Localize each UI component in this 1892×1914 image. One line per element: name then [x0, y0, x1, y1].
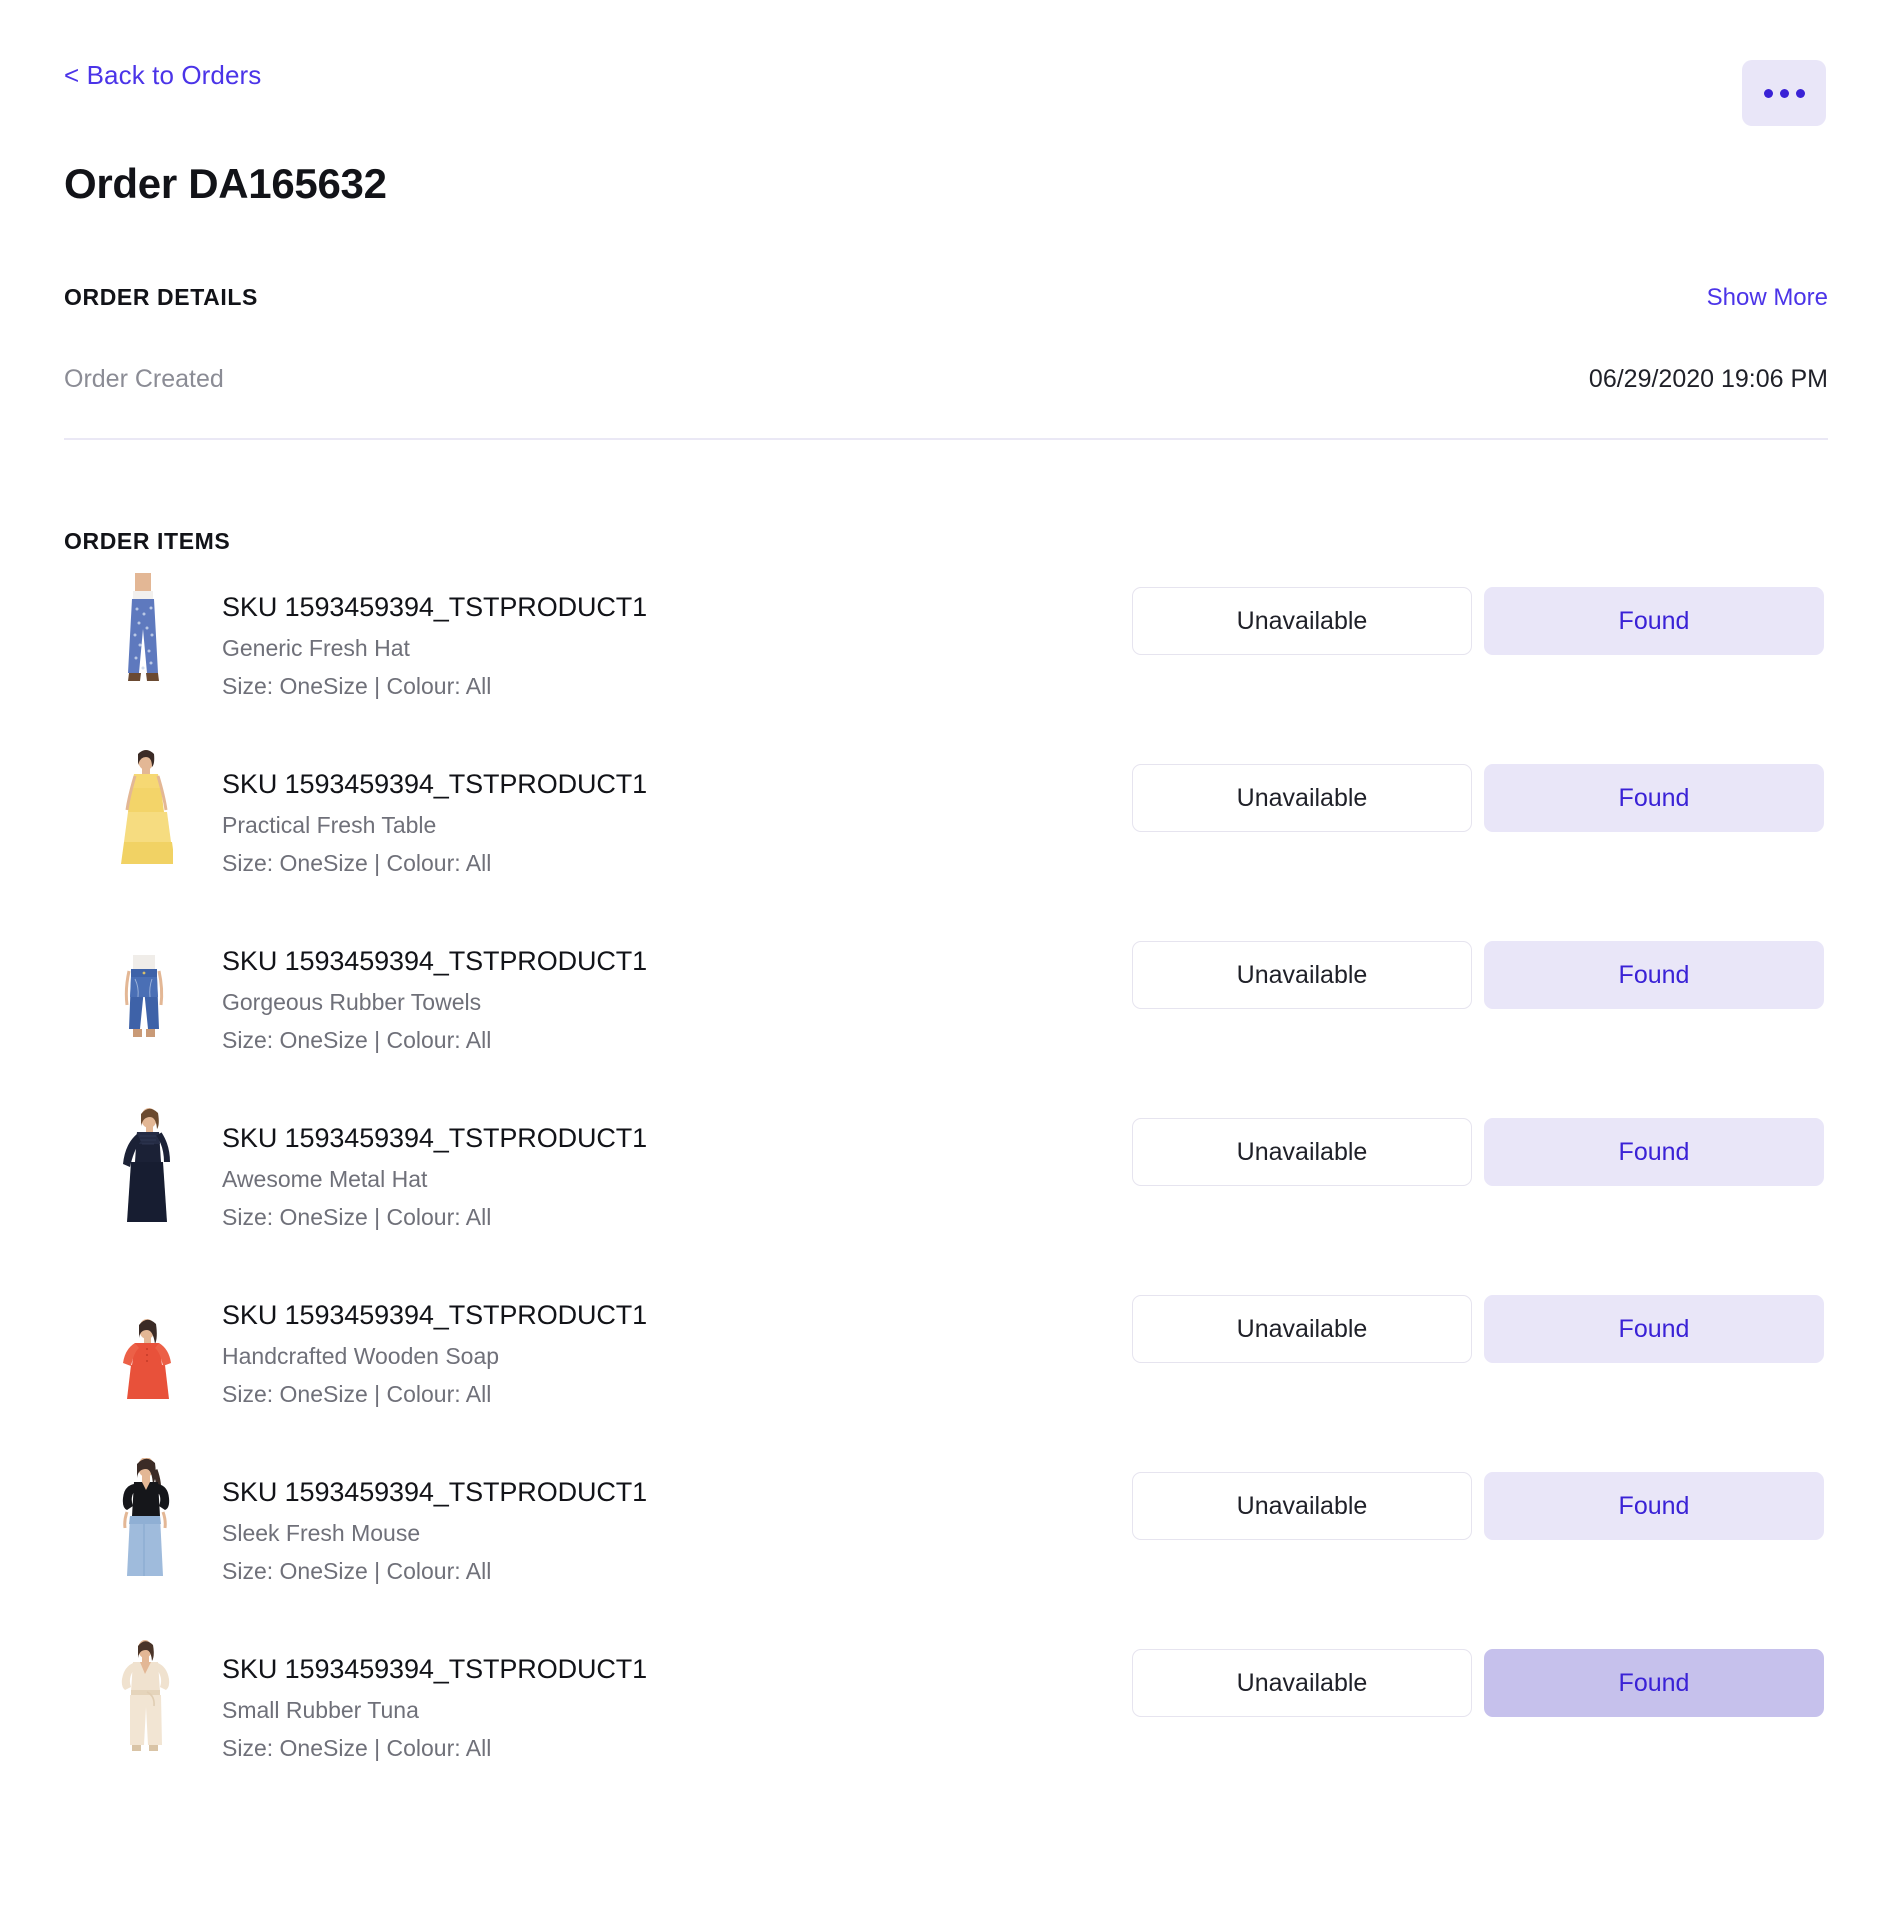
order-item-info: SKU 1593459394_TSTPRODUCT1 Practical Fre… — [222, 746, 1132, 877]
item-variant: Size: OneSize | Colour: All — [222, 1734, 492, 1761]
top-bar: < Back to Orders — [64, 0, 1828, 126]
mark-unavailable-button[interactable]: Unavailable — [1132, 1295, 1472, 1364]
mark-found-button[interactable]: Found — [1484, 587, 1824, 656]
item-name: Awesome Metal Hat — [222, 1166, 428, 1193]
item-sku: SKU 1593459394_TSTPRODUCT1 — [222, 592, 648, 623]
mark-found-button[interactable]: Found — [1484, 1295, 1824, 1364]
item-sku: SKU 1593459394_TSTPRODUCT1 — [222, 1123, 648, 1154]
product-thumbnail-cell — [64, 1631, 222, 1754]
order-item-row: SKU 1593459394_TSTPRODUCT1 Gorgeous Rubb… — [64, 923, 1828, 1100]
order-item-row: SKU 1593459394_TSTPRODUCT1 Practical Fre… — [64, 746, 1828, 923]
item-variant: Size: OneSize | Colour: All — [222, 1203, 492, 1230]
order-item-info: SKU 1593459394_TSTPRODUCT1 Handcrafted W… — [222, 1277, 1132, 1408]
product-image — [113, 1281, 173, 1400]
product-thumbnail-cell — [64, 1277, 222, 1400]
back-to-orders-link[interactable]: < Back to Orders — [64, 60, 261, 91]
order-detail-page: < Back to Orders Order DA165632 ORDER DE… — [0, 0, 1892, 1914]
item-sku: SKU 1593459394_TSTPRODUCT1 — [222, 1477, 648, 1508]
order-item-row: SKU 1593459394_TSTPRODUCT1 Awesome Metal… — [64, 1100, 1828, 1277]
product-image — [113, 1104, 173, 1223]
order-item-row: SKU 1593459394_TSTPRODUCT1 Sleek Fresh M… — [64, 1454, 1828, 1631]
product-thumbnail-cell — [64, 746, 222, 869]
item-variant: Size: OneSize | Colour: All — [222, 1380, 492, 1407]
order-item-actions: Unavailable Found — [1132, 1100, 1824, 1187]
item-name: Handcrafted Wooden Soap — [222, 1343, 500, 1370]
item-sku: SKU 1593459394_TSTPRODUCT1 — [222, 946, 648, 977]
order-item-actions: Unavailable Found — [1132, 923, 1824, 1010]
order-item-actions: Unavailable Found — [1132, 1277, 1824, 1364]
mark-found-button[interactable]: Found — [1484, 941, 1824, 1010]
order-item-info: SKU 1593459394_TSTPRODUCT1 Generic Fresh… — [222, 569, 1132, 700]
mark-unavailable-button[interactable]: Unavailable — [1132, 1649, 1472, 1718]
product-image — [113, 927, 173, 1046]
order-created-label: Order Created — [64, 365, 224, 394]
product-thumbnail-cell — [64, 1454, 222, 1577]
section-divider — [64, 438, 1828, 441]
show-more-link[interactable]: Show More — [1707, 284, 1828, 312]
more-options-button[interactable] — [1742, 60, 1826, 126]
item-sku: SKU 1593459394_TSTPRODUCT1 — [222, 1300, 648, 1331]
item-variant: Size: OneSize | Colour: All — [222, 849, 492, 876]
mark-found-button[interactable]: Found — [1484, 1118, 1824, 1187]
order-item-row: SKU 1593459394_TSTPRODUCT1 Generic Fresh… — [64, 569, 1828, 746]
mark-unavailable-button[interactable]: Unavailable — [1132, 941, 1472, 1010]
mark-unavailable-button[interactable]: Unavailable — [1132, 1472, 1472, 1541]
order-item-info: SKU 1593459394_TSTPRODUCT1 Awesome Metal… — [222, 1100, 1132, 1231]
product-image — [113, 750, 173, 869]
order-items-section-title: ORDER ITEMS — [64, 528, 231, 555]
item-sku: SKU 1593459394_TSTPRODUCT1 — [222, 769, 648, 800]
item-name: Gorgeous Rubber Towels — [222, 989, 482, 1016]
product-thumbnail-cell — [64, 569, 222, 692]
mark-unavailable-button[interactable]: Unavailable — [1132, 587, 1472, 656]
mark-found-button[interactable]: Found — [1484, 1649, 1824, 1718]
ellipsis-horizontal-icon — [1763, 88, 1773, 98]
product-image — [113, 573, 173, 692]
item-sku: SKU 1593459394_TSTPRODUCT1 — [222, 1654, 648, 1685]
order-items-list: SKU 1593459394_TSTPRODUCT1 Generic Fresh… — [64, 569, 1828, 1808]
product-image — [113, 1635, 173, 1754]
mark-found-button[interactable]: Found — [1484, 1472, 1824, 1541]
order-created-value: 06/29/2020 19:06 PM — [1588, 365, 1828, 394]
order-item-info: SKU 1593459394_TSTPRODUCT1 Sleek Fresh M… — [222, 1454, 1132, 1585]
product-image — [113, 1458, 173, 1577]
order-created-row: Order Created 06/29/2020 19:06 PM — [64, 365, 1828, 394]
order-item-actions: Unavailable Found — [1132, 1631, 1824, 1718]
order-item-row: SKU 1593459394_TSTPRODUCT1 Small Rubber … — [64, 1631, 1828, 1808]
ellipsis-horizontal-icon — [1779, 88, 1789, 98]
item-name: Sleek Fresh Mouse — [222, 1520, 421, 1547]
page-title: Order DA165632 — [64, 160, 387, 207]
order-item-actions: Unavailable Found — [1132, 1454, 1824, 1541]
order-item-actions: Unavailable Found — [1132, 569, 1824, 656]
product-thumbnail-cell — [64, 923, 222, 1046]
mark-unavailable-button[interactable]: Unavailable — [1132, 1118, 1472, 1187]
order-item-info: SKU 1593459394_TSTPRODUCT1 Small Rubber … — [222, 1631, 1132, 1762]
order-item-row: SKU 1593459394_TSTPRODUCT1 Handcrafted W… — [64, 1277, 1828, 1454]
mark-found-button[interactable]: Found — [1484, 764, 1824, 833]
item-variant: Size: OneSize | Colour: All — [222, 1026, 492, 1053]
item-variant: Size: OneSize | Colour: All — [222, 672, 492, 699]
item-name: Generic Fresh Hat — [222, 635, 410, 662]
order-details-section-title: ORDER DETAILS — [64, 284, 258, 311]
order-item-info: SKU 1593459394_TSTPRODUCT1 Gorgeous Rubb… — [222, 923, 1132, 1054]
item-name: Small Rubber Tuna — [222, 1697, 419, 1724]
item-name: Practical Fresh Table — [222, 812, 437, 839]
item-variant: Size: OneSize | Colour: All — [222, 1557, 492, 1584]
order-details-header: ORDER DETAILS Show More — [64, 284, 1828, 312]
product-thumbnail-cell — [64, 1100, 222, 1223]
ellipsis-horizontal-icon — [1795, 88, 1805, 98]
order-item-actions: Unavailable Found — [1132, 746, 1824, 833]
mark-unavailable-button[interactable]: Unavailable — [1132, 764, 1472, 833]
